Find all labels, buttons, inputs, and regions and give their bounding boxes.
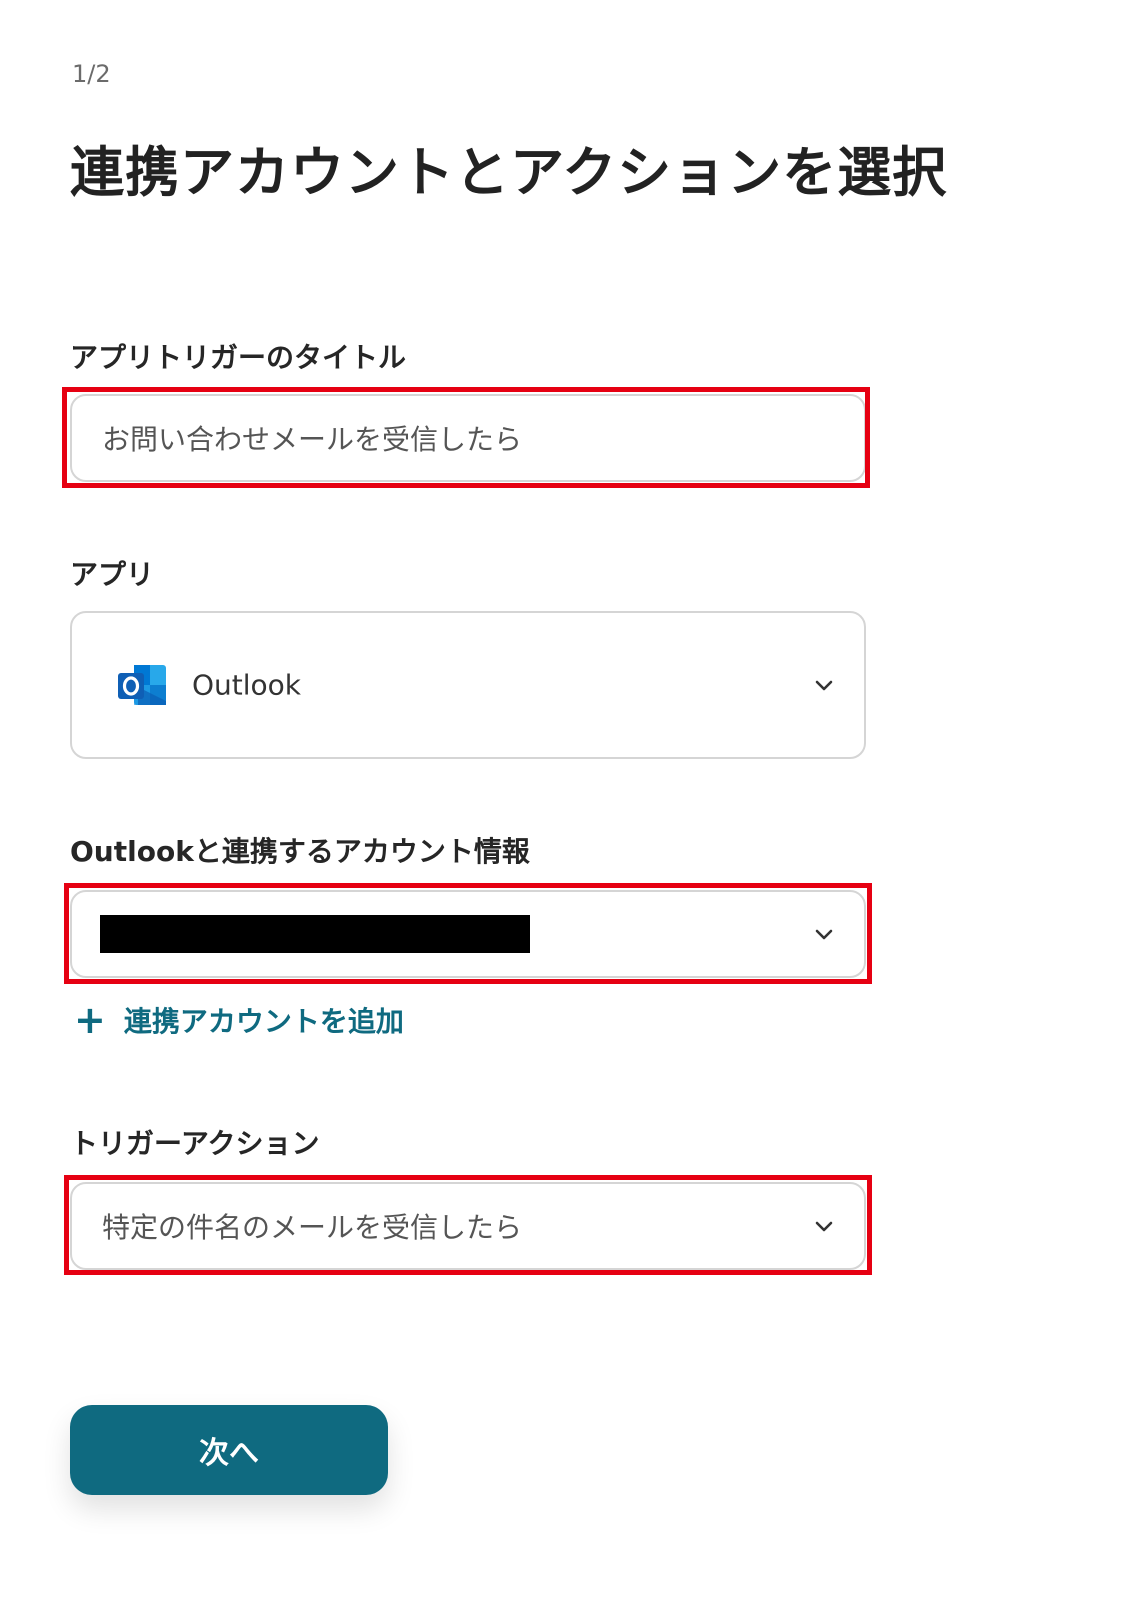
app-select[interactable]: Outlook xyxy=(70,611,866,759)
trigger-action-value: 特定の件名のメールを受信したら xyxy=(102,1211,523,1244)
add-account-label: 連携アカウントを追加 xyxy=(123,1005,404,1038)
trigger-title-input[interactable]: お問い合わせメールを受信したら xyxy=(70,394,866,482)
trigger-title-label: アプリトリガーのタイトル xyxy=(70,341,407,374)
redacted-account-value xyxy=(100,915,530,953)
chevron-down-icon xyxy=(815,929,833,940)
next-button[interactable]: 次へ xyxy=(70,1405,388,1495)
trigger-action-select[interactable]: 特定の件名のメールを受信したら xyxy=(70,1182,866,1270)
step-indicator: 1/2 xyxy=(72,60,111,88)
plus-icon: + xyxy=(74,998,106,1042)
account-label: Outlookと連携するアカウント情報 xyxy=(70,835,530,868)
trigger-title-value: お問い合わせメールを受信したら xyxy=(102,423,523,456)
add-account-link[interactable]: + 連携アカウントを追加 xyxy=(74,1000,404,1040)
trigger-action-label: トリガーアクション xyxy=(70,1127,320,1160)
chevron-down-icon xyxy=(815,680,833,691)
app-label: アプリ xyxy=(70,558,155,591)
chevron-down-icon xyxy=(815,1221,833,1232)
outlook-icon xyxy=(118,665,166,705)
page-title: 連携アカウントとアクションを選択 xyxy=(70,141,948,204)
app-select-value: Outlook xyxy=(192,668,302,702)
account-select[interactable] xyxy=(70,890,866,978)
